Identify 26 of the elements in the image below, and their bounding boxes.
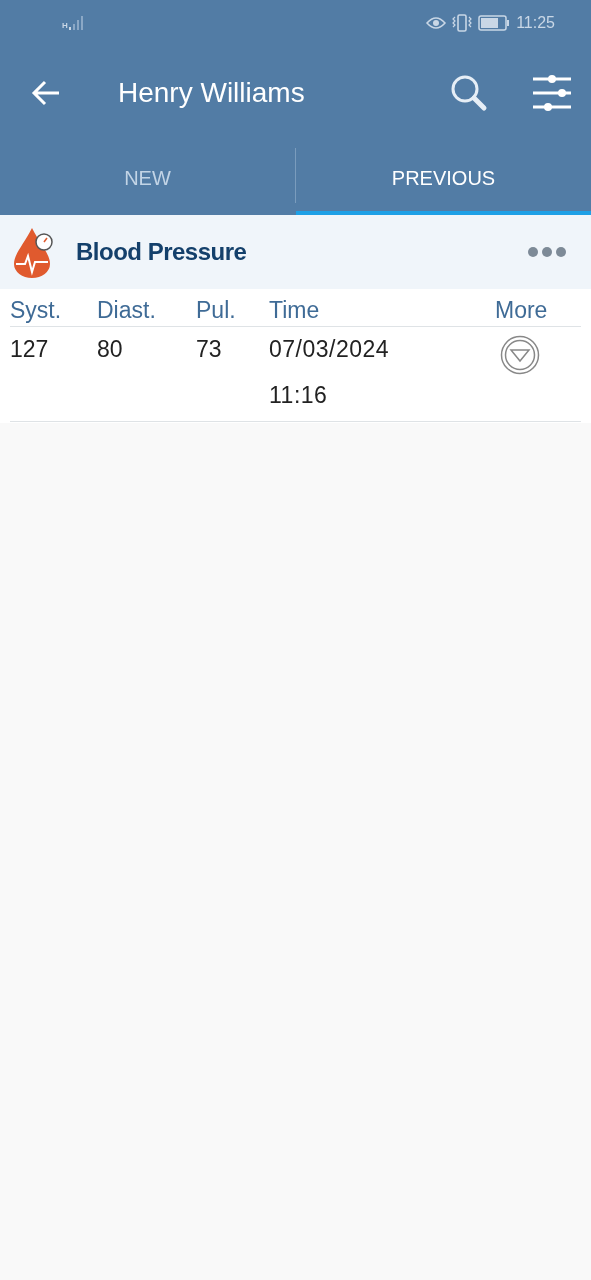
clock-time: 11:25 xyxy=(516,12,555,33)
vibrate-icon xyxy=(452,13,473,32)
card-title: Blood Pressure xyxy=(76,237,247,267)
search-icon xyxy=(450,73,488,112)
table-cell-text: 07/03/2024 xyxy=(269,335,391,364)
column-header: Diast. xyxy=(97,296,157,325)
sliders-icon xyxy=(532,74,572,111)
signal-icon xyxy=(68,15,85,30)
more-options-button[interactable] xyxy=(527,246,567,258)
filter-button[interactable] xyxy=(531,72,573,113)
network-type: H xyxy=(62,21,68,30)
eye-icon xyxy=(426,15,447,30)
column-header: Syst. xyxy=(10,296,63,325)
column-header: More xyxy=(495,296,549,325)
battery-icon xyxy=(478,14,511,31)
table-cell-text: 127 xyxy=(10,335,50,364)
tab[interactable]: NEW xyxy=(0,140,295,215)
column-header: Pul. xyxy=(196,296,237,325)
table-cell-text: 80 xyxy=(97,335,124,364)
expand-button[interactable] xyxy=(500,335,540,375)
dots-icon xyxy=(527,246,567,258)
table-cell-text: 73 xyxy=(196,335,223,364)
table-cell-text: 11:16 xyxy=(269,381,329,410)
patient-name: Henry Williams xyxy=(118,75,305,110)
column-header: Time xyxy=(269,296,321,325)
back-arrow-icon xyxy=(31,79,61,106)
